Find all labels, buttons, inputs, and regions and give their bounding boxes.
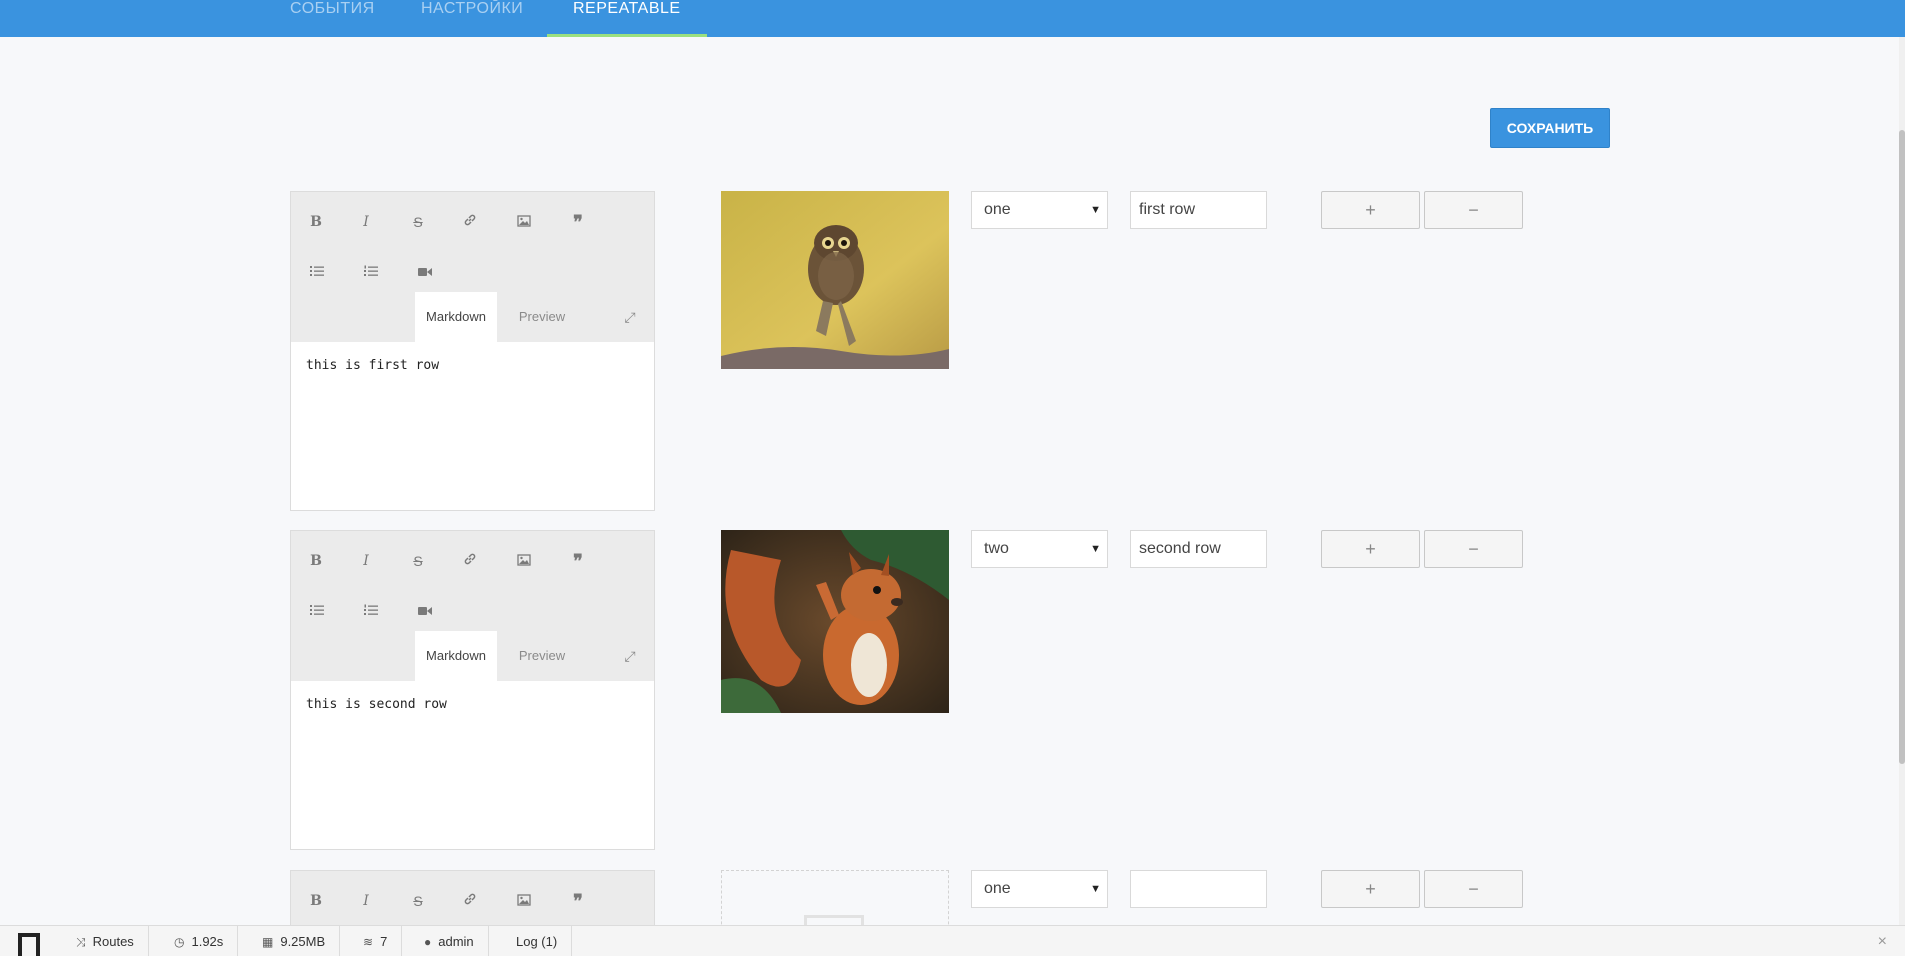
markdown-editor: B I S ❞	[290, 870, 655, 926]
video-icon[interactable]	[411, 597, 439, 625]
row-text-input[interactable]	[1130, 530, 1267, 568]
save-button[interactable]: СОХРАНИТЬ	[1490, 108, 1610, 148]
image-icon[interactable]	[510, 887, 538, 915]
ordered-list-icon[interactable]	[357, 597, 385, 625]
link-icon[interactable]	[456, 547, 484, 575]
tab-preview[interactable]: Preview	[507, 631, 577, 681]
video-icon[interactable]	[411, 258, 439, 286]
link-icon[interactable]	[456, 887, 484, 915]
debug-bar: ⤨ Routes ◷ 1.92s ▦ 9.25MB ≋ 7 ● admin Log (1)…	[0, 925, 1905, 956]
debug-routes[interactable]: ⤨ Routes	[62, 926, 149, 956]
debug-time-value: 1.92s	[191, 934, 224, 949]
image-icon[interactable]	[510, 547, 538, 575]
editor-mode-bar: Markdown Preview ⤢	[291, 631, 654, 681]
debug-user-value: admin	[438, 934, 474, 949]
bold-icon[interactable]: B	[302, 887, 330, 915]
tab-bar: СОБЫТИЯ НАСТРОЙКИ REPEATABLE	[0, 0, 1905, 37]
strikethrough-icon[interactable]: S	[404, 887, 432, 915]
row-text-input[interactable]	[1130, 191, 1267, 229]
caret-down-icon: ▼	[1090, 204, 1101, 216]
tab-repeatable[interactable]: REPEATABLE	[547, 0, 707, 37]
bold-icon[interactable]: B	[302, 547, 330, 575]
remove-row-button[interactable]: −	[1424, 870, 1523, 908]
debug-log-label: Log (1)	[516, 934, 558, 949]
image-icon[interactable]	[510, 208, 538, 236]
markdown-textarea[interactable]: this is first row	[291, 342, 654, 510]
caret-down-icon: ▼	[1090, 543, 1101, 555]
memory-icon: ▦	[262, 935, 274, 949]
tab-settings[interactable]: НАСТРОЙКИ	[421, 0, 523, 37]
tab-markdown[interactable]: Markdown	[415, 292, 497, 342]
quote-icon[interactable]: ❞	[564, 547, 592, 575]
row-text-input[interactable]	[1130, 870, 1267, 908]
image-upload[interactable]	[721, 530, 949, 713]
debug-queries-value: 7	[380, 934, 388, 949]
image-upload-placeholder[interactable]	[721, 870, 949, 926]
tab-preview[interactable]: Preview	[507, 292, 577, 342]
clock-icon: ◷	[174, 935, 185, 949]
italic-icon[interactable]: I	[352, 208, 380, 236]
repeatable-row-3: B I S ❞ one ▼ + −	[290, 870, 1530, 926]
unordered-list-icon[interactable]	[303, 597, 331, 625]
caret-down-icon: ▼	[1090, 883, 1101, 895]
strikethrough-icon[interactable]: S	[404, 208, 432, 236]
squirrel-image	[721, 530, 949, 713]
unordered-list-icon[interactable]	[303, 258, 331, 286]
link-icon[interactable]	[456, 208, 484, 236]
remove-row-button[interactable]: −	[1424, 530, 1523, 568]
debugbar-logo-icon[interactable]	[18, 933, 40, 956]
debug-user[interactable]: ● admin	[410, 926, 489, 956]
add-row-button[interactable]: +	[1321, 870, 1420, 908]
repeatable-row-2: B I S ❞ Markdown Preview ⤢ this is secon…	[290, 530, 1530, 850]
editor-toolbar: B I S ❞	[291, 531, 654, 631]
tab-markdown[interactable]: Markdown	[415, 631, 497, 681]
shuffle-icon: ⤨	[76, 935, 86, 949]
repeatable-row-1: B I S ❞ Markdown Preview ⤢ this is first…	[290, 191, 1530, 511]
italic-icon[interactable]: I	[352, 547, 380, 575]
debug-queries[interactable]: ≋ 7	[349, 926, 403, 956]
debug-memory[interactable]: ▦ 9.25MB	[248, 926, 341, 956]
editor-toolbar: B I S ❞	[291, 871, 654, 926]
ordered-list-icon[interactable]	[357, 258, 385, 286]
database-icon: ≋	[363, 935, 374, 949]
editor-mode-bar: Markdown Preview ⤢	[291, 292, 654, 342]
quote-icon[interactable]: ❞	[564, 887, 592, 915]
markdown-editor: B I S ❞ Markdown Preview ⤢ thi	[290, 530, 655, 850]
markdown-editor: B I S ❞ Markdown Preview ⤢ thi	[290, 191, 655, 511]
remove-row-button[interactable]: −	[1424, 191, 1523, 229]
row-select[interactable]: one ▼	[971, 191, 1108, 229]
owl-image	[721, 191, 949, 369]
row-select-value: one	[984, 880, 1011, 897]
debug-routes-label: Routes	[92, 934, 134, 949]
debug-memory-value: 9.25MB	[280, 934, 326, 949]
tab-events[interactable]: СОБЫТИЯ	[290, 0, 375, 37]
debug-time[interactable]: ◷ 1.92s	[160, 926, 239, 956]
scrollbar-thumb[interactable]	[1899, 130, 1905, 764]
expand-icon[interactable]: ⤢	[621, 308, 639, 326]
strikethrough-icon[interactable]: S	[404, 547, 432, 575]
editor-toolbar: B I S ❞	[291, 192, 654, 292]
add-row-button[interactable]: +	[1321, 191, 1420, 229]
close-icon[interactable]: ×	[1878, 926, 1887, 956]
quote-icon[interactable]: ❞	[564, 208, 592, 236]
image-upload[interactable]	[721, 191, 949, 369]
add-row-button[interactable]: +	[1321, 530, 1420, 568]
italic-icon[interactable]: I	[352, 887, 380, 915]
row-select[interactable]: two ▼	[971, 530, 1108, 568]
debug-log[interactable]: Log (1)	[502, 926, 573, 956]
user-icon: ●	[424, 935, 432, 949]
row-select-value: one	[984, 201, 1011, 218]
expand-icon[interactable]: ⤢	[621, 647, 639, 665]
markdown-textarea[interactable]: this is second row	[291, 681, 654, 849]
row-select[interactable]: one ▼	[971, 870, 1108, 908]
bold-icon[interactable]: B	[302, 208, 330, 236]
row-select-value: two	[984, 540, 1009, 557]
